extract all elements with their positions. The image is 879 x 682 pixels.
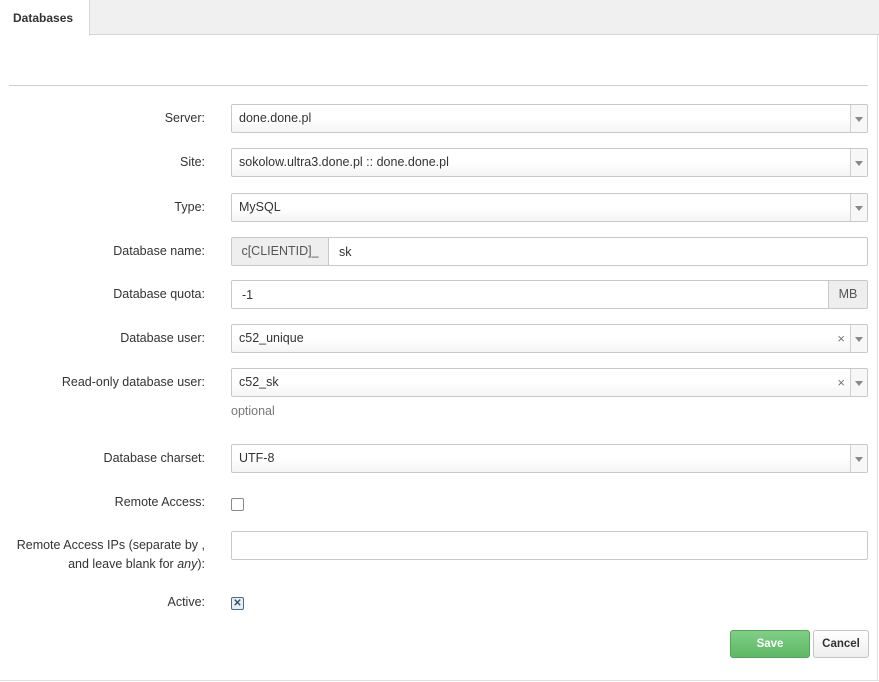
readonly-user-label: Read-only database user: <box>61 375 205 389</box>
type-value: MySQL <box>239 200 281 214</box>
remote-ips-label: Remote Access IPs (separate by , and lea… <box>5 536 205 574</box>
readonly-user-help: optional <box>231 404 275 418</box>
charset-value: UTF-8 <box>239 451 275 465</box>
save-button[interactable]: Save <box>730 630 810 658</box>
charset-select[interactable]: UTF-8 <box>231 444 868 473</box>
database-quota-input[interactable] <box>231 280 829 309</box>
clear-icon[interactable]: × <box>837 369 845 396</box>
clear-icon[interactable]: × <box>837 325 845 352</box>
chevron-down-icon[interactable] <box>850 325 867 352</box>
readonly-user-value: c52_sk <box>239 375 279 389</box>
database-name-input[interactable] <box>328 237 868 266</box>
site-select[interactable]: sokolow.ultra3.done.pl :: done.done.pl <box>231 148 868 177</box>
tab-bar: Databases <box>0 0 879 36</box>
site-label: Site: <box>179 155 205 169</box>
database-user-select[interactable]: c52_unique × <box>231 324 868 353</box>
database-quota-label: Database quota: <box>113 287 205 301</box>
readonly-user-select[interactable]: c52_sk × <box>231 368 868 397</box>
server-select[interactable]: done.done.pl <box>231 104 868 133</box>
database-name-prefix: c[CLIENTID]_ <box>231 237 329 266</box>
form-divider <box>9 85 868 86</box>
database-user-value: c52_unique <box>239 331 304 345</box>
charset-label: Database charset: <box>103 451 205 465</box>
remote-access-label: Remote Access: <box>114 495 205 509</box>
site-value: sokolow.ultra3.done.pl :: done.done.pl <box>239 155 449 169</box>
remote-ips-label-line1: Remote Access IPs (separate by , <box>16 538 205 552</box>
database-quota-unit: MB <box>828 280 868 309</box>
chevron-down-icon[interactable] <box>850 105 867 132</box>
database-name-label: Database name: <box>113 244 205 258</box>
frame-border-right <box>877 35 878 681</box>
tab-databases[interactable]: Databases <box>0 0 90 36</box>
active-label: Active: <box>167 595 205 609</box>
chevron-down-icon[interactable] <box>850 149 867 176</box>
database-user-label: Database user: <box>120 331 205 345</box>
active-checkbox[interactable]: ✕ <box>231 597 244 610</box>
server-value: done.done.pl <box>239 111 312 125</box>
cancel-button[interactable]: Cancel <box>813 630 869 658</box>
frame-border-bottom <box>0 680 879 681</box>
chevron-down-icon[interactable] <box>850 194 867 221</box>
remote-access-checkbox[interactable] <box>231 498 244 511</box>
chevron-down-icon[interactable] <box>850 369 867 396</box>
type-label: Type: <box>174 200 205 214</box>
type-select[interactable]: MySQL <box>231 193 868 222</box>
check-icon: ✕ <box>233 598 242 609</box>
server-label: Server: <box>164 111 205 125</box>
chevron-down-icon[interactable] <box>850 445 867 472</box>
remote-ips-input[interactable] <box>231 531 868 560</box>
remote-ips-label-line2: and leave blank for any): <box>68 557 205 571</box>
